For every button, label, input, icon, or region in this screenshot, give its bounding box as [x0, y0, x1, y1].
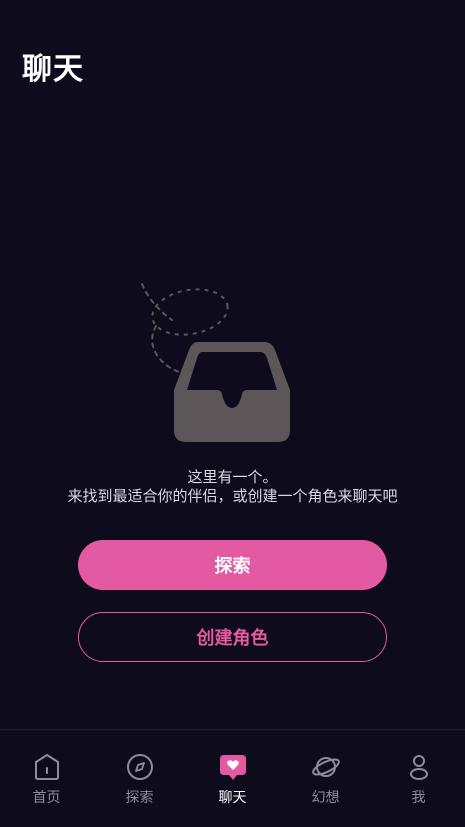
planet-icon [311, 752, 341, 782]
tab-me-label: 我 [411, 790, 426, 806]
tab-chat[interactable]: 聊天 [186, 730, 279, 827]
page-title: 聊天 [22, 52, 84, 87]
empty-state-message: 这里有一个。 来找到最适合你的伴侣，或创建一个角色来聊天吧 [0, 468, 465, 506]
tab-home-label: 首页 [32, 790, 61, 806]
tab-explore[interactable]: 探索 [93, 730, 186, 827]
chat-heart-icon [218, 752, 248, 782]
tab-me[interactable]: 我 [372, 730, 465, 827]
tab-fantasy-label: 幻想 [311, 790, 340, 806]
home-icon [32, 752, 62, 782]
compass-icon [125, 752, 155, 782]
tab-home[interactable]: 首页 [0, 730, 93, 827]
create-character-button[interactable]: 创建角色 [78, 612, 387, 662]
empty-inbox-icon [141, 283, 290, 442]
chat-screen: 聊天 这里有一个。 来找到最适合你的伴侣，或创建一个角色来聊天吧 探索 创建角色… [0, 0, 465, 827]
tab-explore-label: 探索 [125, 790, 154, 806]
tab-chat-label: 聊天 [218, 790, 247, 806]
tab-fantasy[interactable]: 幻想 [279, 730, 372, 827]
explore-button[interactable]: 探索 [78, 540, 387, 590]
bottom-tab-bar: 首页 探索 聊天 幻想 我 [0, 729, 465, 827]
person-icon [404, 752, 434, 782]
empty-state-line-1: 这里有一个。 [187, 468, 278, 486]
empty-state-line-2: 来找到最适合你的伴侣，或创建一个角色来聊天吧 [67, 487, 398, 505]
